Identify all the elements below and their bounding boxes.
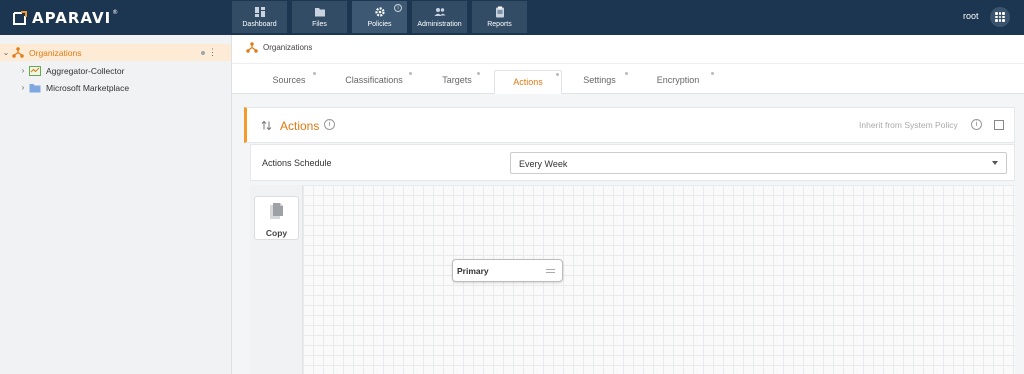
tab-label: Targets xyxy=(442,74,472,85)
tab-label: Encryption xyxy=(656,74,700,85)
tree-item-label: Organizations xyxy=(29,47,82,58)
chevron-right-icon[interactable]: › xyxy=(17,83,29,92)
dashboard-icon xyxy=(254,7,265,17)
users-icon xyxy=(434,8,445,16)
tab-label: Classifications xyxy=(345,74,403,85)
copy-action-tool[interactable]: Copy xyxy=(254,196,299,240)
workflow-canvas[interactable] xyxy=(303,185,1015,374)
gear-icon xyxy=(374,7,385,17)
tab-label: Actions xyxy=(513,77,543,87)
info-icon[interactable]: i xyxy=(324,119,335,130)
tab-targets[interactable]: Targets xyxy=(432,64,482,95)
top-bar: APARAVI® Dashboard Files Policies i Admi… xyxy=(0,0,1024,35)
tab-encryption[interactable]: Encryption xyxy=(646,64,714,95)
sidebar: ⌄ Organizations ⋮ › Aggregator-Collector… xyxy=(0,35,232,374)
user-name[interactable]: root xyxy=(963,11,979,21)
tab-label: Sources xyxy=(272,74,306,85)
nav-dashboard-label: Dashboard xyxy=(242,21,277,28)
copy-label: Copy xyxy=(265,228,288,238)
schedule-label: Actions Schedule xyxy=(262,158,332,168)
tree-item-aggregator-collector[interactable]: › Aggregator-Collector xyxy=(0,62,231,79)
tab-classifications[interactable]: Classifications xyxy=(335,64,413,95)
copy-icon xyxy=(269,203,283,219)
tab-label: Settings xyxy=(583,74,616,85)
folder-icon xyxy=(314,8,325,17)
policy-tabs: Sources Classifications Targets Actions … xyxy=(232,63,1024,102)
chevron-right-icon[interactable]: › xyxy=(17,66,29,75)
tab-settings[interactable]: Settings xyxy=(572,64,628,95)
hierarchy-icon xyxy=(12,47,25,58)
nav-administration[interactable]: Administration xyxy=(412,1,467,33)
nav-policies[interactable]: Policies i xyxy=(352,1,407,33)
clipboard-icon xyxy=(495,6,504,18)
caret-down-icon xyxy=(992,161,998,165)
drag-handle-icon[interactable] xyxy=(546,269,555,273)
tree-item-organizations[interactable]: ⌄ Organizations ⋮ xyxy=(0,44,231,61)
schedule-select[interactable]: Every Week xyxy=(510,152,1007,174)
nav-files-label: Files xyxy=(312,21,327,28)
actions-panel-header: Actions i Inherit from System Policy i xyxy=(244,107,1015,143)
inherit-checkbox[interactable] xyxy=(994,120,1004,130)
hierarchy-icon xyxy=(246,42,258,53)
actions-schedule-row: Actions Schedule Every Week xyxy=(250,144,1015,181)
breadcrumb-label[interactable]: Organizations xyxy=(263,43,312,52)
actions-icon xyxy=(261,120,272,131)
tree-item-label: Microsoft Marketplace xyxy=(46,82,130,93)
nav-administration-label: Administration xyxy=(417,21,462,28)
status-dot xyxy=(201,50,205,55)
logo-mark-icon xyxy=(12,10,28,26)
inherit-label: Inherit from System Policy xyxy=(859,120,958,130)
tree-item-label: Aggregator-Collector xyxy=(46,65,125,76)
trademark: ® xyxy=(112,9,120,16)
schedule-value: Every Week xyxy=(519,159,568,169)
node-label: Primary xyxy=(457,266,489,276)
nav-reports-label: Reports xyxy=(487,21,512,28)
nav-policies-label: Policies xyxy=(367,21,392,28)
nav-files[interactable]: Files xyxy=(292,1,347,33)
info-icon[interactable]: i xyxy=(394,4,402,12)
nav-dashboard[interactable]: Dashboard xyxy=(232,1,287,33)
primary-node[interactable]: Primary xyxy=(452,259,563,282)
info-icon[interactable]: i xyxy=(971,119,982,130)
grid-icon[interactable] xyxy=(990,7,1010,27)
more-vertical-icon[interactable]: ⋮ xyxy=(208,47,217,58)
aggregator-icon xyxy=(29,65,42,76)
chevron-down-icon[interactable]: ⌄ xyxy=(0,48,12,57)
panel-title: Actions xyxy=(280,119,320,133)
tree-item-microsoft-marketplace[interactable]: › Microsoft Marketplace xyxy=(0,79,231,96)
nav-reports[interactable]: Reports xyxy=(472,1,527,33)
tab-sources[interactable]: Sources xyxy=(260,64,318,95)
breadcrumb: Organizations xyxy=(246,42,312,53)
aparavi-logo[interactable]: APARAVI® xyxy=(12,8,119,28)
folder-icon xyxy=(29,82,42,93)
brand-name: APARAVI xyxy=(32,9,112,27)
